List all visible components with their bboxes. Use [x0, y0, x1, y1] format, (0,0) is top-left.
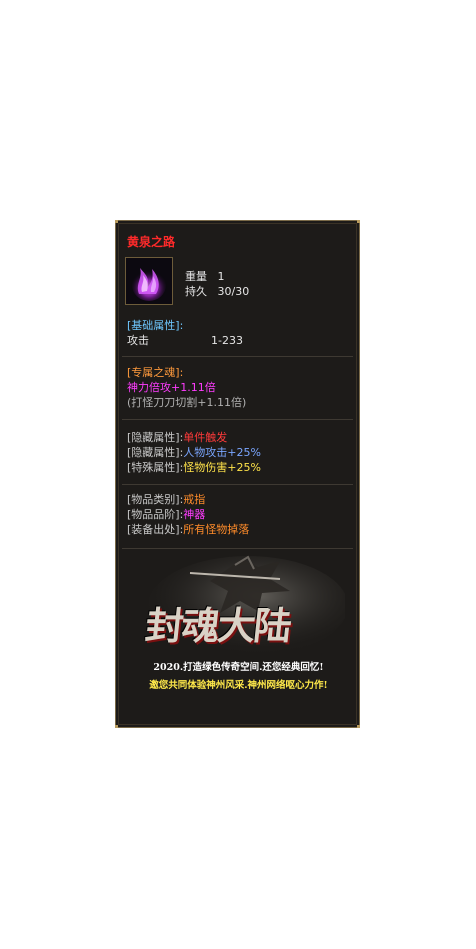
banner-slogan: 2020.打造绿色传奇空间.还您经典回忆!	[153, 662, 324, 673]
category-label: [物品类别]:	[127, 493, 184, 506]
source-value: 所有怪物掉落	[183, 523, 250, 536]
divider	[122, 356, 353, 357]
source-label: [装备出处]:	[127, 523, 184, 536]
exclusive-line-2: (打怪刀刀切割+1.11倍)	[127, 396, 247, 409]
base-attrs-header: [基础属性]:	[127, 319, 184, 332]
corner-ornament	[357, 220, 360, 223]
base-attributes: [基础属性]: 攻击 1-233	[127, 318, 351, 348]
attack-value: 1-233	[211, 334, 243, 347]
item-info: [物品类别]:戒指 [物品品阶]:神器 [装备出处]:所有怪物掉落	[127, 492, 351, 537]
exclusive-header: [专属之魂]:	[127, 366, 184, 379]
durability-value: 30/30	[217, 285, 250, 298]
game-logo: 封魂大陆	[143, 603, 293, 648]
special-attr-label: [特殊属性]:	[127, 461, 184, 474]
grade-label: [物品品阶]:	[127, 508, 184, 521]
corner-ornament	[115, 220, 118, 223]
weight-label: 重量	[185, 270, 207, 283]
attack-label: 攻击	[127, 334, 149, 347]
corner-ornament	[115, 725, 118, 728]
grade-value: 神器	[183, 508, 206, 521]
item-stats: 重量 1 持久 30/30	[185, 269, 249, 299]
divider	[122, 484, 353, 485]
item-tooltip: 黄泉之路 重量 1 持久 30/30 [基础属性]: 攻击 1-233 [专属之…	[115, 220, 360, 728]
divider	[122, 419, 353, 420]
corner-ornament	[357, 725, 360, 728]
hidden-attr-label: [隐藏属性]:	[127, 446, 184, 459]
divider	[122, 548, 353, 549]
hidden-attr-value: 单件触发	[183, 431, 228, 444]
hidden-attr-label: [隐藏属性]:	[127, 431, 184, 444]
exclusive-line-1: 神力倍攻+1.11倍	[127, 381, 216, 394]
purple-flame-ring-icon	[125, 257, 173, 305]
durability-label: 持久	[185, 285, 207, 298]
item-name: 黄泉之路	[127, 235, 176, 249]
hidden-attributes: [隐藏属性]:单件触发 [隐藏属性]:人物攻击+25% [特殊属性]:怪物伤害+…	[127, 430, 351, 475]
banner-slogan: 邀您共同体验神州风采.神州网络呕心力作!	[149, 680, 328, 691]
special-attr-value: 怪物伤害+25%	[183, 461, 261, 474]
exclusive-soul: [专属之魂]: 神力倍攻+1.11倍 (打怪刀刀切割+1.11倍)	[127, 365, 351, 410]
category-value: 戒指	[183, 493, 206, 506]
hidden-attr-value: 人物攻击+25%	[183, 446, 261, 459]
weight-value: 1	[217, 270, 225, 283]
